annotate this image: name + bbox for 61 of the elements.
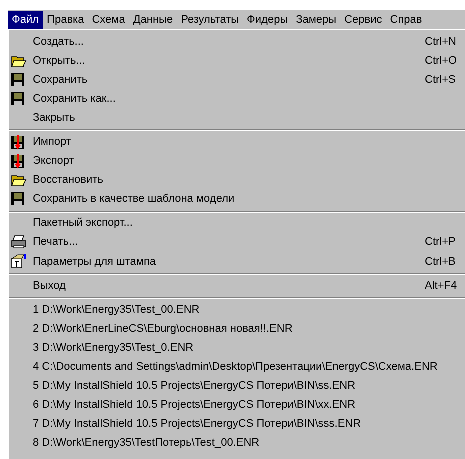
menu-item-label: Выход	[33, 280, 67, 292]
shortcut-label: Ctrl+B	[425, 256, 455, 268]
menu-item[interactable]: Импорт	[9, 132, 465, 152]
menu-bar-item[interactable]: Сервис	[340, 10, 386, 28]
menu-item[interactable]: 3 D:\Work\Energy35\Test_0.ENR	[9, 338, 465, 358]
menu-item-label: Экспорт	[33, 155, 76, 168]
stamp-icon	[11, 254, 27, 270]
menu-item-label: 2 D:\Work\EnerLineCS\Eburg\основная новая!!.ENR	[33, 322, 294, 335]
menu-item-label: Закрыть	[33, 112, 76, 124]
menu-item[interactable]: Печать... Ctrl+P	[9, 232, 465, 252]
menu-item[interactable]: Закрыть	[9, 108, 465, 128]
menu-item-label: Сохранить	[33, 74, 89, 86]
menu-bar-item[interactable]: Фидеры	[243, 10, 292, 28]
menu-item-label: Импорт	[33, 136, 72, 148]
folder-icon	[11, 54, 27, 68]
menu-item[interactable]: Сохранить в качестве шаблона модели	[9, 190, 465, 209]
menu-item-label: Пакетный экспорт...	[33, 217, 134, 230]
menu-item[interactable]: Выход Alt+F4	[9, 276, 465, 296]
menu-item[interactable]: Экспорт	[9, 152, 465, 171]
menu-item-label: 4 C:\Documents and Settings\admin\Desktop\Презентации\EnergyCS\Схема.ENR	[33, 361, 439, 374]
menu-bar-item[interactable]: Данные	[129, 10, 178, 28]
menu-item-label: 6 D:\My InstallShield 10.5 Projects\EnergyCS Потери\BIN\xx.ENR	[33, 399, 357, 412]
menu-item-label: 1 D:\Work\Energy35\Test_00.ENR	[33, 304, 201, 316]
menu-item[interactable]: Сохранить как...	[9, 89, 465, 108]
menu-item-label: 5 D:\My InstallShield 10.5 Projects\EnergyCS Потери\BIN\ss.ENR	[33, 380, 357, 392]
menu-item-label: Открыть...	[33, 54, 86, 67]
menu-item-label: Сохранить как...	[33, 92, 117, 105]
menu-item-label: 7 D:\My InstallShield 10.5 Projects\EnergyCS Потери\BIN\sss.ENR	[33, 418, 362, 430]
shortcut-label: Ctrl+S	[425, 74, 455, 86]
menu-item-label: Восстановить	[33, 174, 104, 186]
folder-icon	[11, 173, 27, 188]
menu-bar-item[interactable]: Файл	[8, 10, 44, 28]
menu-bar-item[interactable]: Результаты	[177, 10, 244, 28]
menu-item[interactable]: 7 D:\My InstallShield 10.5 Projects\EnergyCS Потери\BIN\sss.ENR	[9, 414, 465, 434]
menu-item[interactable]: Сохранить Ctrl+S	[9, 70, 465, 90]
menu-item[interactable]: 2 D:\Work\EnerLineCS\Eburg\основная новая!!.ENR	[9, 319, 465, 338]
shortcut-label: Alt+F4	[425, 280, 455, 292]
menu-item[interactable]: 5 D:\My InstallShield 10.5 Projects\EnergyCS Потери\BIN\ss.ENR	[9, 376, 465, 396]
menu-item-label: Сохранить в качестве шаблона модели	[33, 193, 236, 206]
shortcut-label: Ctrl+O	[425, 54, 455, 67]
menu-item[interactable]: 8 D:\Work\Energy35\TestПотерь\Test_00.ENR	[9, 434, 465, 453]
menu-item-label: Создать...	[33, 36, 85, 48]
menu-item[interactable]: 4 C:\Documents and Settings\admin\Desktop\Презентации\EnergyCS\Схема.ENR	[9, 358, 465, 377]
menu-item[interactable]: 1 D:\Work\Energy35\Test_00.ENR	[9, 300, 465, 320]
menu-item-label: 8 D:\Work\Energy35\TestПотерь\Test_00.ENR	[33, 437, 261, 450]
shortcut-label: Ctrl+P	[425, 236, 455, 248]
menu-bar-item[interactable]: Правка	[43, 10, 88, 28]
menu-item[interactable]: Параметры для штампа Ctrl+B	[9, 252, 465, 272]
menu-bar-item[interactable]: Справ	[386, 10, 426, 28]
menu-bar-item[interactable]: Схема	[88, 10, 130, 28]
printer-icon	[11, 235, 27, 250]
menu-item[interactable]: Создать... Ctrl+N	[9, 32, 465, 52]
menu-item[interactable]: 6 D:\My InstallShield 10.5 Projects\EnergyCS Потери\BIN\xx.ENR	[9, 396, 465, 415]
shortcut-label: Ctrl+N	[425, 36, 455, 48]
menu-item[interactable]: Пакетный экспорт...	[9, 214, 465, 233]
menu-item[interactable]: Восстановить	[9, 170, 465, 190]
menu-item-label: 3 D:\Work\Energy35\Test_0.ENR	[33, 342, 195, 354]
menu-item-label: Параметры для штампа	[33, 256, 158, 268]
menu-item-label: Печать...	[33, 236, 80, 248]
menu-bar-item[interactable]: Замеры	[292, 10, 341, 28]
menu-item[interactable]: Открыть... Ctrl+O	[9, 51, 465, 70]
